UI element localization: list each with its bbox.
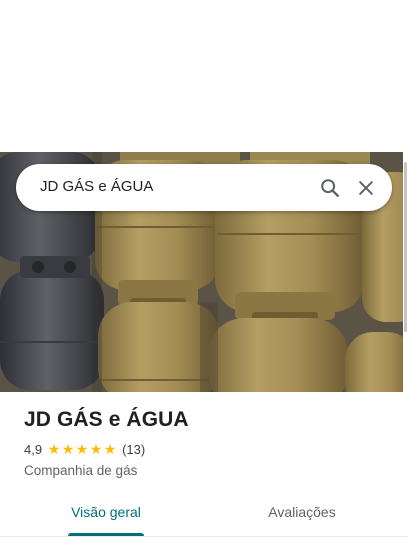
search-query[interactable]: JD GÁS e ÁGUA — [40, 178, 153, 195]
place-category[interactable]: Companhia de gás — [24, 462, 394, 480]
close-icon[interactable] — [352, 174, 380, 202]
tab-reviews[interactable]: Avaliações — [256, 504, 348, 538]
panel-scrollbar[interactable] — [403, 152, 408, 544]
tabs-divider — [0, 536, 408, 537]
rating-value: 4,9 — [24, 441, 43, 457]
rating-row[interactable]: 4,9 ★ ★ ★ ★ ★ (13) — [24, 440, 394, 458]
scrollbar-thumb[interactable] — [404, 162, 407, 332]
star-icon: ★ — [89, 441, 103, 457]
place-info: JD GÁS e ÁGUA 4,9 ★ ★ ★ ★ ★ (13) Companh… — [24, 406, 394, 480]
search-icon[interactable] — [316, 174, 344, 202]
rating-stars: ★ ★ ★ ★ ★ — [47, 442, 117, 456]
star-icon: ★ — [103, 441, 117, 457]
search-bar[interactable]: JD GÁS e ÁGUA — [16, 164, 392, 211]
map-blank-area — [0, 0, 408, 152]
place-tabs: Visão geral Avaliações — [0, 496, 408, 544]
place-title: JD GÁS e ÁGUA — [24, 408, 189, 431]
star-icon: ★ — [75, 441, 89, 457]
star-icon: ★ — [47, 441, 61, 457]
star-icon: ★ — [61, 441, 75, 457]
review-count-link[interactable]: (13) — [122, 442, 145, 457]
